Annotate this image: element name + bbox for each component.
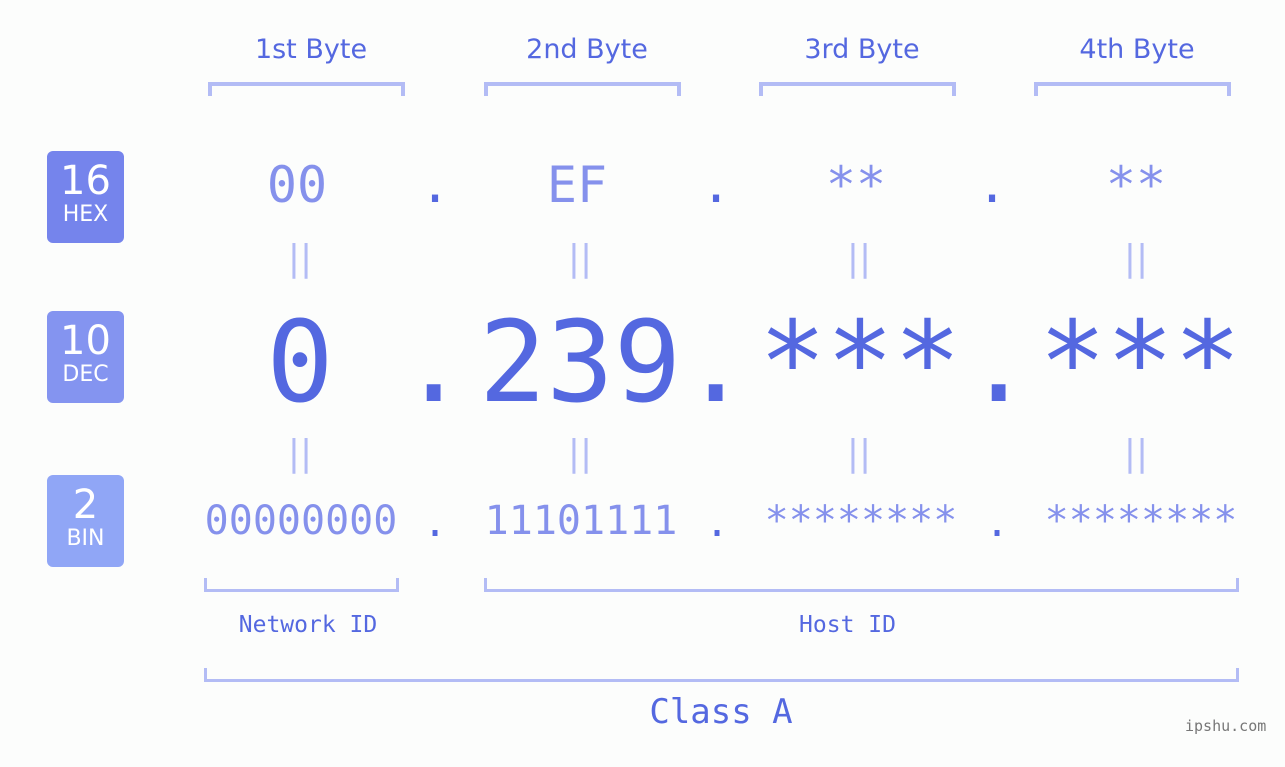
hex-dot-1: .: [420, 156, 451, 214]
hex-badge-label: HEX: [62, 202, 109, 227]
hex-badge-number: 16: [60, 158, 111, 204]
bin-badge: 2 BIN: [47, 475, 124, 567]
equals-sign: ||: [1123, 238, 1149, 279]
dec-byte-2: 239: [478, 298, 682, 428]
bin-dot-2: .: [705, 500, 730, 546]
byte-bracket-1: [208, 82, 405, 96]
dec-byte-4: ***: [1038, 298, 1242, 428]
bin-dot-1: .: [423, 500, 448, 546]
byte-header-3: 3rd Byte: [804, 34, 920, 65]
equals-sign: ||: [287, 238, 313, 279]
dec-badge: 10 DEC: [47, 311, 124, 403]
equals-sign: ||: [1123, 433, 1149, 474]
equals-sign: ||: [567, 238, 593, 279]
bin-byte-1: 00000000: [204, 498, 398, 544]
dec-badge-number: 10: [60, 318, 111, 364]
hex-byte-1: 00: [266, 156, 328, 214]
hex-dot-3: .: [977, 156, 1008, 214]
byte-bracket-4: [1034, 82, 1231, 96]
byte-header-4: 4th Byte: [1079, 34, 1195, 65]
hex-byte-4: **: [1105, 156, 1167, 214]
host-id-bracket: [484, 578, 1239, 592]
hex-badge: 16 HEX: [47, 151, 124, 243]
bin-badge-number: 2: [72, 482, 99, 528]
equals-sign: ||: [846, 238, 872, 279]
hex-byte-2: EF: [546, 156, 608, 214]
hex-byte-3: **: [825, 156, 887, 214]
class-label: Class A: [649, 692, 793, 732]
byte-header-2: 2nd Byte: [526, 34, 648, 65]
bin-byte-4: ********: [1044, 498, 1238, 544]
dec-dot-3: .: [965, 298, 1033, 428]
network-id-bracket: [204, 578, 399, 592]
hex-dot-2: .: [701, 156, 732, 214]
equals-sign: ||: [846, 433, 872, 474]
class-bracket: [204, 668, 1239, 682]
equals-sign: ||: [287, 433, 313, 474]
bin-byte-3: ********: [764, 498, 958, 544]
dec-dot-1: .: [400, 298, 468, 428]
watermark: ipshu.com: [1185, 717, 1267, 735]
dec-byte-1: 0: [266, 298, 334, 428]
bin-dot-3: .: [985, 500, 1010, 546]
dec-byte-3: ***: [758, 298, 962, 428]
dec-dot-2: .: [682, 298, 750, 428]
byte-bracket-3: [759, 82, 956, 96]
host-id-label: Host ID: [799, 612, 896, 638]
byte-bracket-2: [484, 82, 681, 96]
equals-sign: ||: [567, 433, 593, 474]
dec-badge-label: DEC: [62, 362, 109, 387]
byte-header-1: 1st Byte: [254, 34, 368, 65]
bin-byte-2: 11101111: [484, 498, 678, 544]
network-id-label: Network ID: [238, 612, 378, 638]
bin-badge-label: BIN: [66, 526, 105, 551]
